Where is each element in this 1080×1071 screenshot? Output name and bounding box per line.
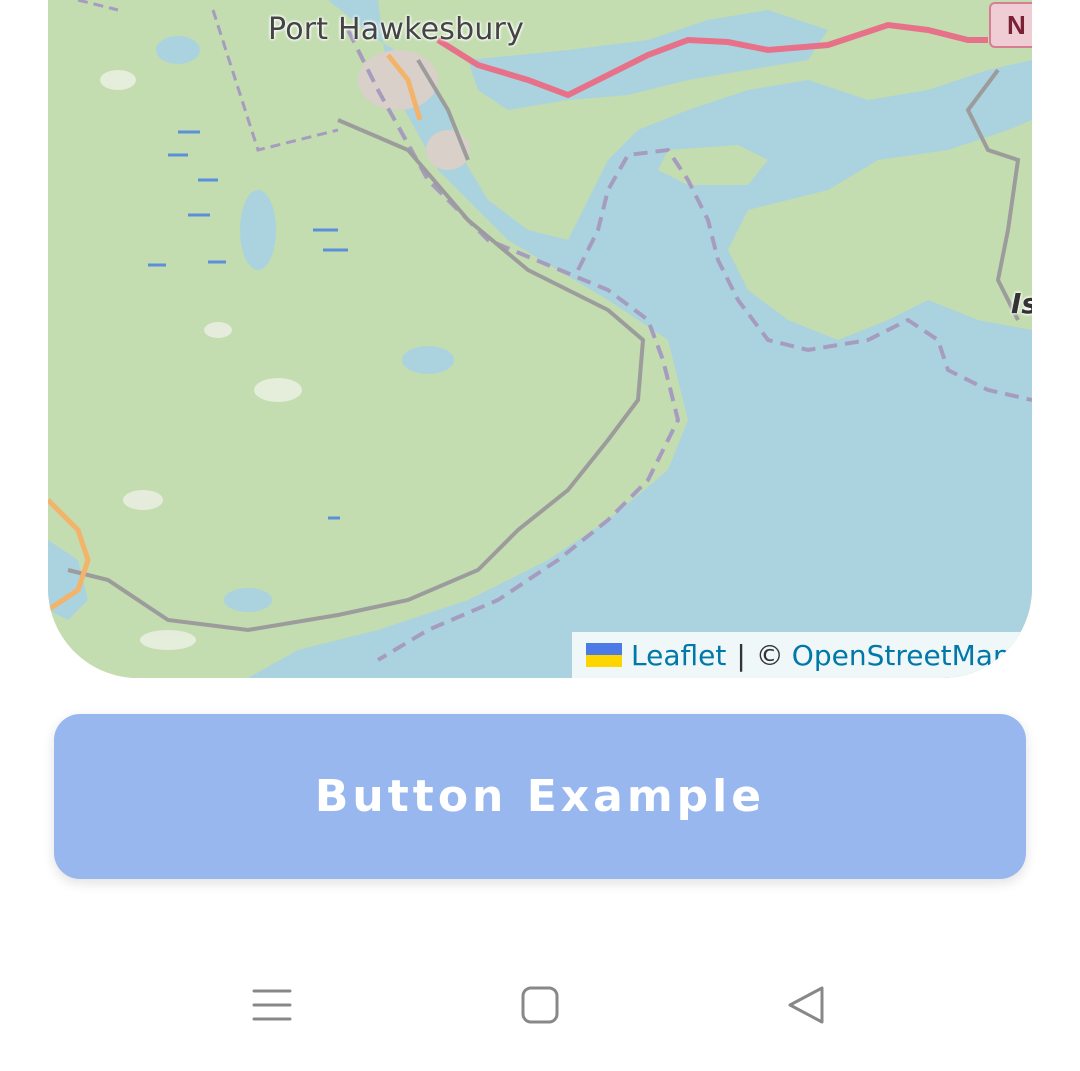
route-shield: N xyxy=(989,2,1032,48)
back-triangle-icon[interactable] xyxy=(776,980,836,1030)
partial-place-label: Is xyxy=(1011,287,1032,320)
town-label: Port Hawkesbury xyxy=(268,12,525,47)
openstreetmap-link[interactable]: OpenStreetMap xyxy=(792,639,1011,672)
menu-icon[interactable] xyxy=(242,980,302,1030)
map-tiles xyxy=(48,0,1032,678)
map-view[interactable]: Port Hawkesbury Is N Leaflet | © OpenStr… xyxy=(48,0,1032,678)
attribution-separator: | xyxy=(736,638,746,672)
home-square-icon[interactable] xyxy=(510,980,570,1030)
copyright-symbol: © xyxy=(755,638,784,672)
map-attribution: Leaflet | © OpenStreetMap xyxy=(572,632,1032,678)
screen: Port Hawkesbury Is N Leaflet | © OpenStr… xyxy=(0,0,1080,1071)
ukraine-flag-icon xyxy=(586,643,622,667)
example-button[interactable]: Button Example xyxy=(54,714,1026,879)
system-navigation-bar xyxy=(0,960,1080,1050)
leaflet-link[interactable]: Leaflet xyxy=(631,639,726,672)
